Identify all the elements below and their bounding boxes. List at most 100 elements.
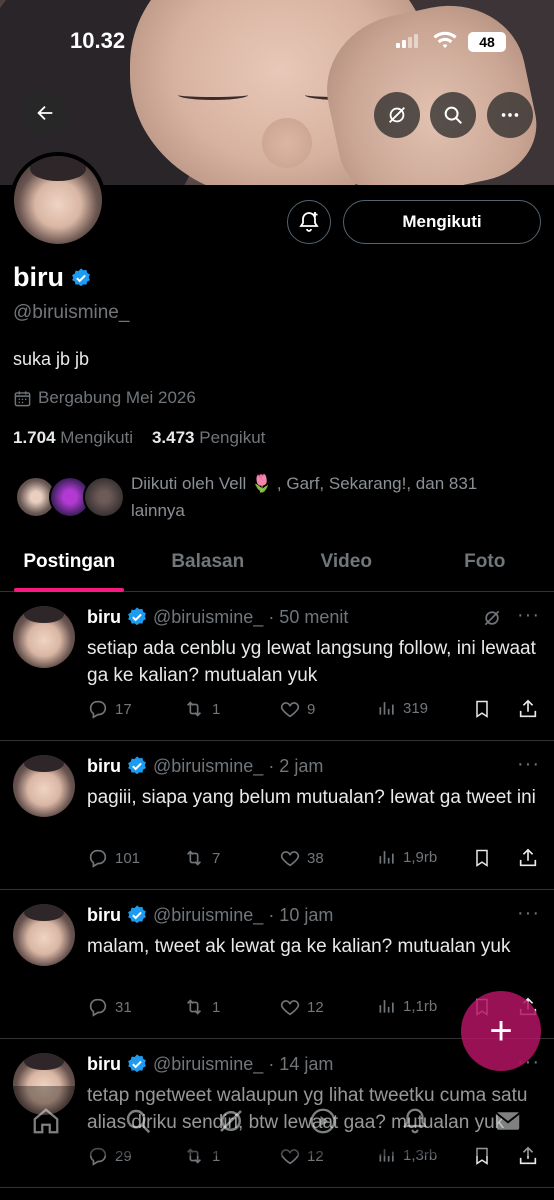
post-author-name[interactable]: biru xyxy=(87,1054,121,1075)
repost-icon xyxy=(186,850,202,866)
home-icon xyxy=(33,1108,59,1134)
post-time: · 14 jam xyxy=(268,1053,334,1074)
verified-badge-icon xyxy=(72,267,90,286)
post-time: · 2 jam xyxy=(268,755,324,776)
nav-video[interactable] xyxy=(308,1106,338,1136)
tab-video[interactable]: Video xyxy=(277,540,416,591)
more-horizontal-icon xyxy=(501,113,519,117)
post-header: biru @biruismine_ · 2 jam xyxy=(87,755,323,777)
repost-button[interactable]: 1 xyxy=(182,698,220,720)
post-author-handle: @biruismine_ xyxy=(153,755,264,776)
reply-button[interactable]: 17 xyxy=(87,698,132,720)
follow-counts: 1.704 Mengikuti 3.473 Pengikut xyxy=(13,428,265,448)
post-actions: 17 1 9 319 xyxy=(87,698,547,722)
post-item[interactable]: biru @biruismine_ · 2 jam ··· pagiii, siapa … xyxy=(0,741,554,890)
repost-button[interactable]: 7 xyxy=(182,847,220,869)
joined-date: Bergabung Mei 2026 xyxy=(13,388,196,408)
tab-replies[interactable]: Balasan xyxy=(139,540,278,591)
more-button[interactable] xyxy=(487,92,533,138)
profile-tabs: Postingan Balasan Video Foto xyxy=(0,540,554,592)
nav-notifications[interactable] xyxy=(400,1106,430,1136)
heart-icon xyxy=(280,851,300,867)
bottom-nav xyxy=(0,1086,554,1156)
views-icon xyxy=(379,1000,394,1013)
follower-avatar xyxy=(83,476,125,518)
plus-icon: + xyxy=(489,1008,513,1053)
like-button[interactable]: 38 xyxy=(279,847,324,869)
post-item[interactable]: biru @biruismine_ · 50 menit ··· setiap ada … xyxy=(0,592,554,741)
post-author-name[interactable]: biru xyxy=(87,756,121,777)
followers-link[interactable]: 3.473 Pengikut xyxy=(152,428,265,447)
followed-by-text: Diikuti oleh Vell 🌷 , Garf, Sekarang!, d… xyxy=(131,474,478,520)
grok-icon xyxy=(389,107,405,123)
verified-badge-icon xyxy=(128,905,146,924)
view-count: 1,1rb xyxy=(403,997,438,1015)
views-button[interactable]: 1,9rb xyxy=(377,847,437,867)
post-author-handle: @biruismine_ xyxy=(153,606,264,627)
reply-button[interactable]: 101 xyxy=(87,847,140,869)
views-button[interactable]: 319 xyxy=(377,698,428,718)
reply-button[interactable]: 31 xyxy=(87,996,132,1018)
post-avatar[interactable] xyxy=(13,755,75,817)
profile-avatar[interactable] xyxy=(10,152,106,248)
views-icon xyxy=(379,702,394,715)
profile-name: biru xyxy=(13,262,64,292)
share-icon xyxy=(519,699,537,718)
post-more-icon[interactable]: ··· xyxy=(517,902,540,925)
compose-post-button[interactable]: + xyxy=(461,991,541,1071)
following-button[interactable]: Mengikuti xyxy=(343,200,541,244)
tab-photos[interactable]: Foto xyxy=(416,540,554,591)
battery-indicator: 48 xyxy=(468,32,506,52)
heart-icon xyxy=(280,702,300,718)
status-time: 10.32 xyxy=(70,28,126,53)
verified-badge-icon xyxy=(128,756,146,775)
nav-home[interactable] xyxy=(31,1106,61,1136)
status-bar: 10.32 48 xyxy=(0,0,554,80)
reply-count: 17 xyxy=(115,700,132,718)
search-icon xyxy=(444,106,462,124)
bell-plus-icon xyxy=(299,212,319,232)
reply-icon xyxy=(89,849,107,868)
tab-posts[interactable]: Postingan xyxy=(0,540,139,591)
post-header: biru @biruismine_ · 14 jam xyxy=(87,1053,333,1075)
post-text: pagiii, siapa yang belum mutualan? lewat… xyxy=(87,787,536,808)
followed-by-row[interactable]: Diikuti oleh Vell 🌷 , Garf, Sekarang!, d… xyxy=(13,470,543,525)
post-time: · 50 menit xyxy=(268,606,349,627)
repost-count: 1 xyxy=(212,998,221,1016)
grok-icon[interactable] xyxy=(482,608,502,633)
nav-messages[interactable] xyxy=(493,1106,523,1136)
wifi-icon xyxy=(433,31,457,49)
like-button[interactable]: 12 xyxy=(279,996,324,1018)
repost-button[interactable]: 1 xyxy=(182,996,220,1018)
post-author-name[interactable]: biru xyxy=(87,905,121,926)
grok-button[interactable] xyxy=(374,92,420,138)
following-link[interactable]: 1.704 Mengikuti xyxy=(13,428,133,447)
views-button[interactable]: 1,1rb xyxy=(377,996,437,1016)
like-count: 38 xyxy=(307,849,324,867)
bookmark-icon xyxy=(476,700,488,718)
like-count: 9 xyxy=(307,700,316,718)
like-count: 12 xyxy=(307,998,324,1016)
post-more-icon[interactable]: ··· xyxy=(517,753,540,776)
bookmark-button[interactable] xyxy=(472,698,492,720)
share-button[interactable] xyxy=(517,847,539,869)
followed-by-avatars xyxy=(15,476,125,520)
search-button[interactable] xyxy=(430,92,476,138)
repost-count: 7 xyxy=(212,849,221,867)
profile-bio: suka jb jb xyxy=(13,349,90,369)
nav-search[interactable] xyxy=(123,1106,153,1136)
like-button[interactable]: 9 xyxy=(279,698,315,720)
verified-badge-icon xyxy=(128,1054,146,1073)
nav-grok[interactable] xyxy=(216,1106,246,1136)
post-avatar[interactable] xyxy=(13,606,75,668)
reply-icon xyxy=(89,700,107,719)
notification-subscribe-button[interactable] xyxy=(287,200,331,244)
post-actions: 101 7 38 1,9rb xyxy=(87,847,547,871)
post-more-icon[interactable]: ··· xyxy=(517,604,540,627)
post-author-name[interactable]: biru xyxy=(87,607,121,628)
bookmark-button[interactable] xyxy=(472,847,492,869)
share-button[interactable] xyxy=(517,698,539,720)
repost-icon xyxy=(186,701,202,717)
post-avatar[interactable] xyxy=(13,904,75,966)
back-button[interactable] xyxy=(22,90,68,136)
